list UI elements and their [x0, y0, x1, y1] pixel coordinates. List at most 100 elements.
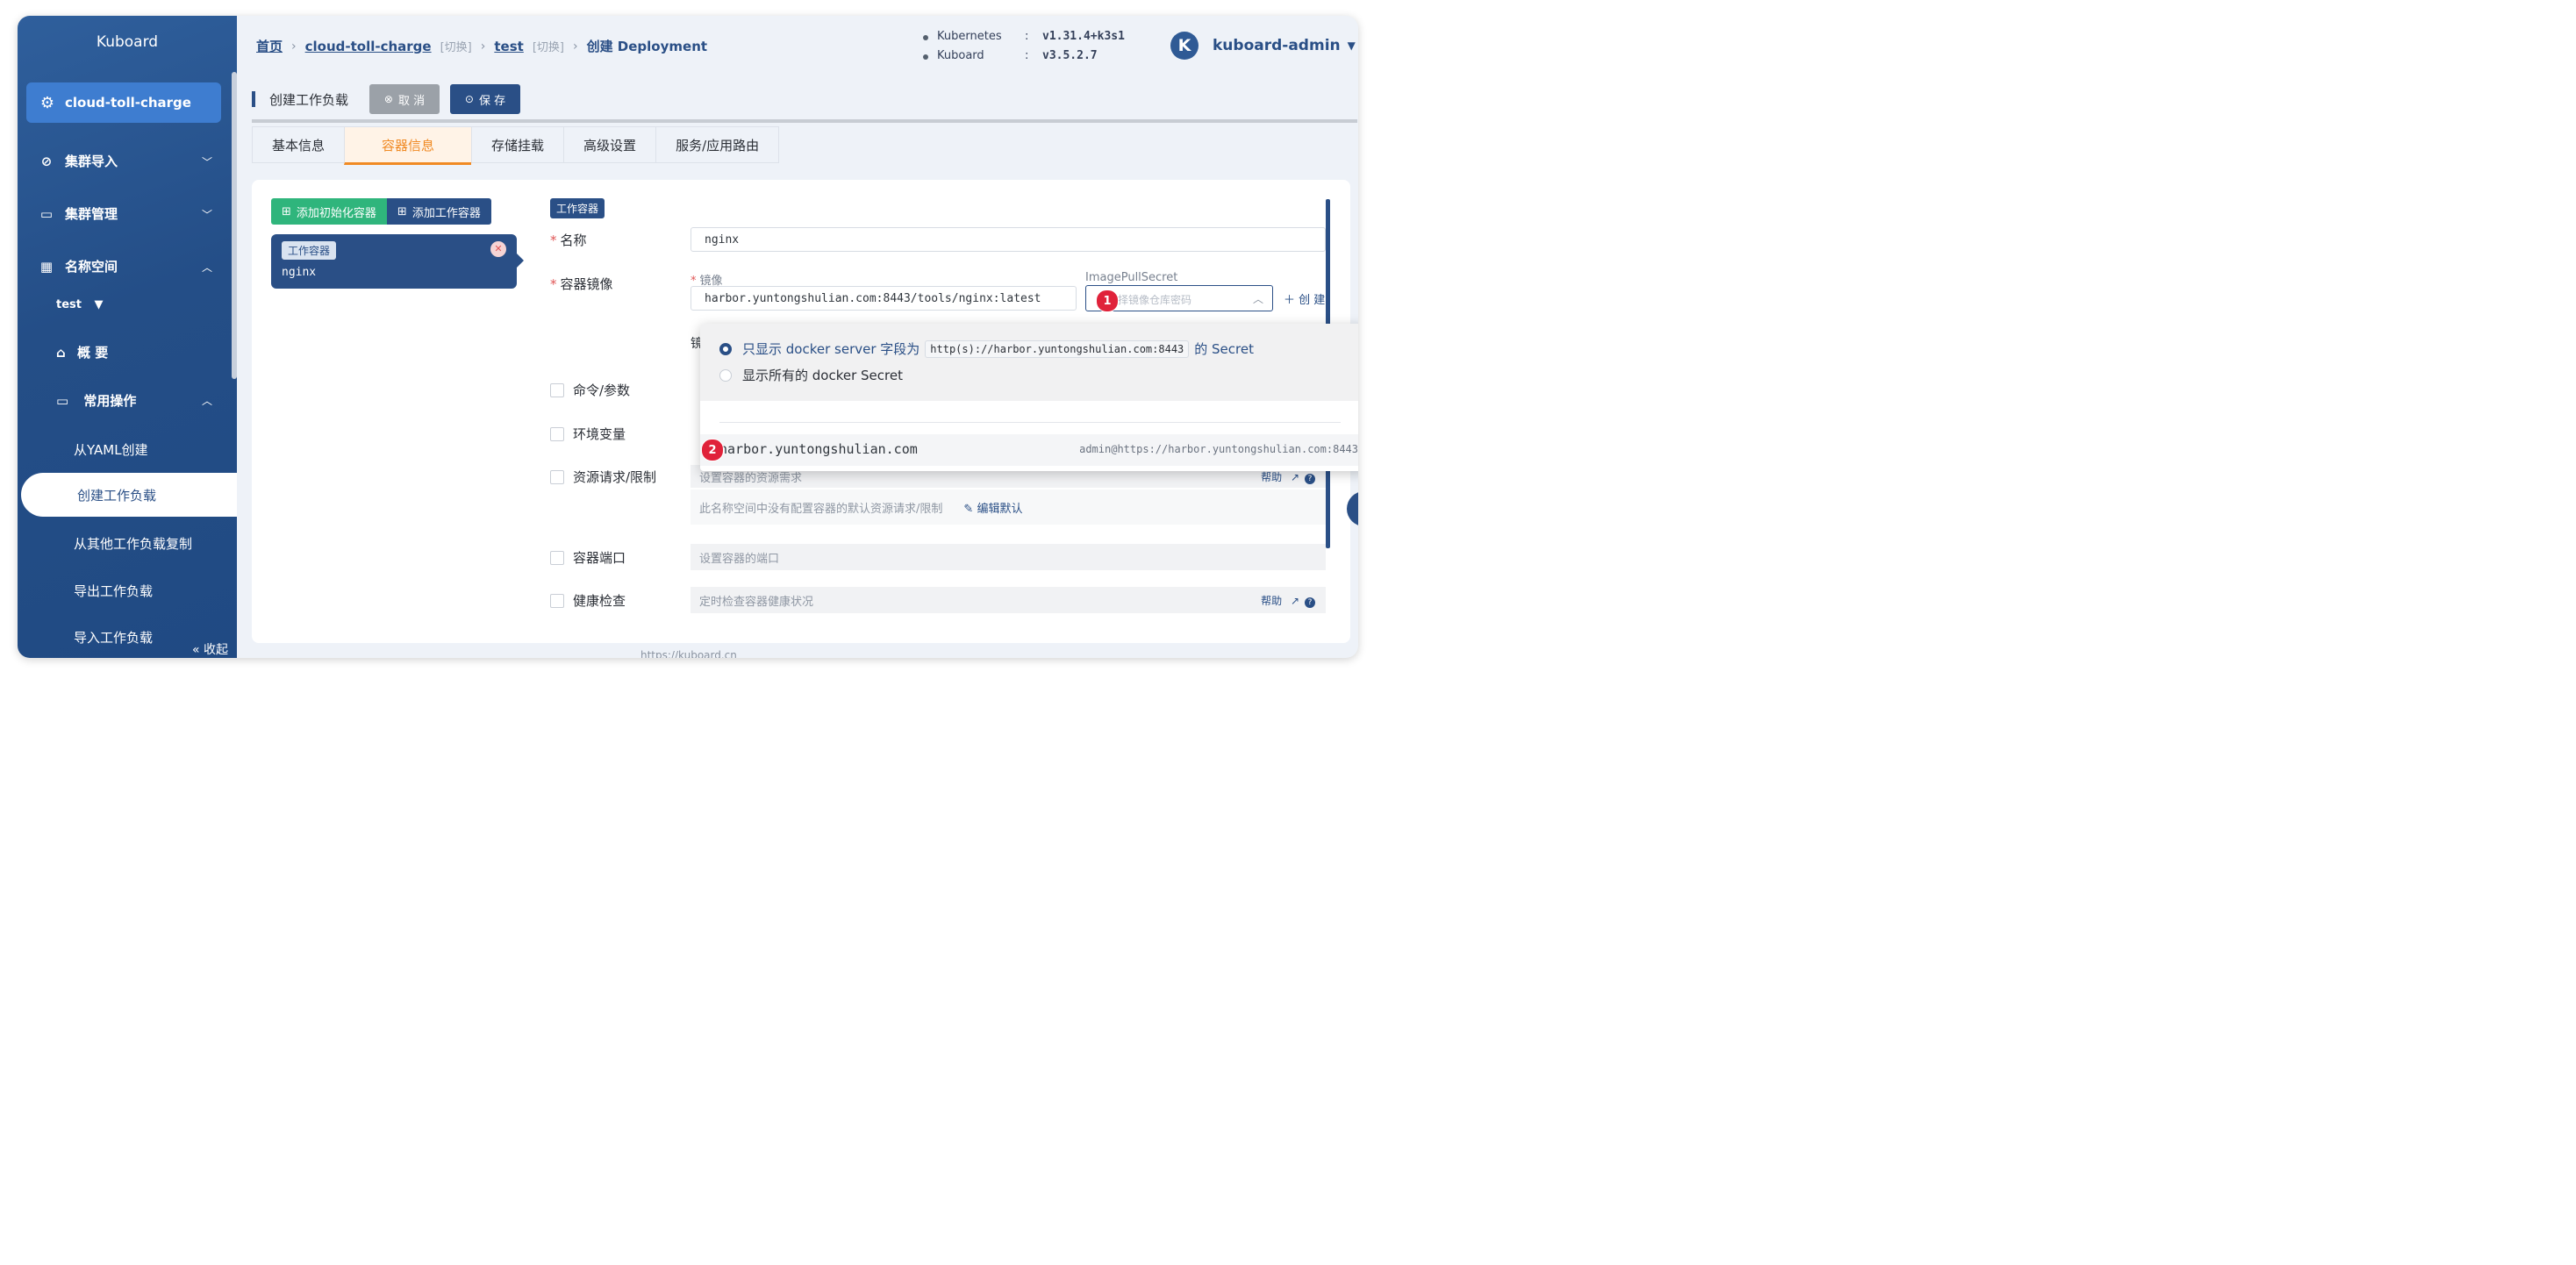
- remove-container-icon[interactable]: ✕: [490, 241, 506, 257]
- pull-secret-dropdown: 只显示 docker server 字段为 http(s)://harbor.y…: [700, 324, 1358, 471]
- sidebar: Kuboard ⚙ cloud-toll-charge ⊘ 集群导入 ﹀ ▭ 集…: [18, 16, 237, 658]
- cancel-button[interactable]: ⊗ 取 消: [369, 84, 440, 114]
- breadcrumb-switch-cluster[interactable]: [切换]: [440, 38, 472, 54]
- name-label-text: 名称: [560, 232, 587, 248]
- breadcrumb-namespace[interactable]: test: [494, 39, 523, 54]
- resource-checkbox[interactable]: [550, 470, 564, 484]
- version-value: v1.31.4+k3s1: [1042, 30, 1125, 43]
- add-init-container-button[interactable]: ⊞ 添加初始化容器: [271, 198, 387, 225]
- bullet-icon: [923, 54, 928, 60]
- pull-secret-placeholder: 择镜像仓库密码: [1118, 294, 1192, 306]
- help-label: 帮助: [1261, 470, 1283, 483]
- sidebar-active-cluster[interactable]: ⚙ cloud-toll-charge: [26, 82, 221, 123]
- link-icon: ⊘: [40, 153, 53, 169]
- health-checkbox[interactable]: [550, 594, 564, 608]
- version-key: Kubernetes: [937, 30, 1002, 43]
- chevron-up-icon[interactable]: ︿: [202, 393, 212, 408]
- add-work-container-button[interactable]: ⊞ 添加工作容器: [386, 198, 491, 225]
- version-kubernetes: Kubernetes : v1.31.4+k3s1: [923, 30, 1125, 43]
- secret-option[interactable]: harbor.yuntongshulian.com admin@https://…: [700, 434, 1358, 466]
- chevron-right-icon: ›: [291, 39, 297, 54]
- chevron-down-icon[interactable]: ﹀: [202, 207, 212, 222]
- add-init-container-label: 添加初始化容器: [296, 206, 376, 220]
- sidebar-item-create-from-yaml[interactable]: 从YAML创建: [74, 440, 148, 459]
- avatar: K: [1170, 32, 1199, 60]
- health-field[interactable]: 定时检查容器健康状况 帮助 ↗?: [691, 587, 1326, 613]
- container-card-name: nginx: [282, 266, 317, 279]
- sidebar-item-export-workload[interactable]: 导出工作负载: [74, 582, 153, 600]
- version-kuboard: Kuboard : v3.5.2.7: [923, 49, 1098, 62]
- tab-storage[interactable]: 存储挂载: [471, 126, 564, 163]
- command-checkbox[interactable]: [550, 383, 564, 397]
- file-plus-icon: ⊞: [397, 204, 407, 218]
- page-title: 创建工作负载: [269, 91, 349, 108]
- chevron-up-icon: ︿: [1252, 293, 1263, 305]
- sidebar-item-import-workload[interactable]: 导入工作负载: [74, 628, 153, 647]
- health-help-link[interactable]: 帮助 ↗?: [1261, 593, 1315, 608]
- env-checkbox[interactable]: [550, 427, 564, 441]
- sidebar-item-create-workload[interactable]: 创建工作负载: [21, 473, 237, 517]
- chevron-up-icon[interactable]: ︿: [202, 260, 212, 275]
- collapse-label: 收起: [204, 643, 228, 657]
- health-label: 健康检查: [573, 593, 626, 609]
- user-menu[interactable]: K kuboard-admin ▼: [1170, 32, 1356, 60]
- caret-down-icon: ▼: [94, 298, 104, 311]
- edit-default-button[interactable]: ✎ 编辑默认: [963, 499, 1022, 516]
- sidebar-collapse-button[interactable]: « 收起: [192, 640, 228, 658]
- breadcrumb-switch-namespace[interactable]: [切换]: [533, 38, 564, 54]
- required-mark: *: [550, 232, 557, 248]
- radio-selected-icon: [719, 342, 732, 355]
- required-mark: *: [550, 276, 557, 292]
- sidebar-item-common-ops[interactable]: ▭ 常用操作: [56, 391, 136, 410]
- port-checkbox[interactable]: [550, 551, 564, 565]
- title-marker: [252, 91, 255, 107]
- container-card[interactable]: 工作容器 nginx ✕: [271, 234, 524, 289]
- cancel-label: 取 消: [397, 94, 426, 108]
- sidebar-item-label: 集群管理: [65, 206, 118, 222]
- namespace-selector[interactable]: test ▼: [56, 298, 104, 311]
- sidebar-item-copy-workload[interactable]: 从其他工作负载复制: [74, 534, 192, 553]
- help-label: 帮助: [1261, 594, 1283, 607]
- pull-secret-label: ImagePullSecret: [1085, 271, 1178, 284]
- filter-option-prefix: 只显示 docker server 字段为: [742, 341, 920, 357]
- tab-service-route[interactable]: 服务/应用路由: [655, 126, 780, 163]
- version-key: Kuboard: [937, 49, 984, 62]
- command-label: 命令/参数: [573, 382, 631, 398]
- sidebar-item-label: 名称空间: [65, 259, 118, 275]
- filter-option-all[interactable]: 显示所有的 docker Secret: [719, 366, 903, 384]
- chevron-down-icon[interactable]: ﹀: [202, 154, 212, 169]
- pencil-icon: ✎: [963, 502, 974, 516]
- tab-container-info[interactable]: 容器信息: [344, 126, 472, 165]
- sidebar-item-overview[interactable]: ⌂ 概 要: [56, 343, 108, 361]
- chevron-right-icon: ›: [480, 39, 486, 54]
- folder-icon: ▭: [39, 205, 54, 222]
- gear-icon: ⚙: [39, 93, 55, 112]
- port-field[interactable]: 设置容器的端口: [691, 544, 1326, 570]
- breadcrumb-current: 创建 Deployment: [586, 39, 708, 54]
- user-name: kuboard-admin: [1213, 37, 1341, 54]
- breadcrumb: 首页 › cloud-toll-charge [切换] › test [切换] …: [256, 37, 707, 55]
- version-colon: :: [1025, 49, 1029, 62]
- resource-help-link[interactable]: 帮助 ↗?: [1261, 469, 1315, 484]
- external-link-icon: ↗: [1290, 594, 1299, 607]
- sidebar-item-namespace[interactable]: ▦ 名称空间: [37, 257, 118, 275]
- namespace-name: test: [56, 298, 82, 311]
- tab-advanced[interactable]: 高级设置: [563, 126, 656, 163]
- footer-url[interactable]: https://kuboard.cn: [640, 649, 737, 658]
- create-secret-button[interactable]: ＋ 创 建: [1284, 290, 1325, 307]
- dropdown-filter-area: [700, 324, 1358, 401]
- save-button[interactable]: ⊙ 保 存: [450, 84, 521, 114]
- sidebar-item-cluster-import[interactable]: ⊘ 集群导入: [37, 152, 221, 170]
- image-input[interactable]: harbor.yuntongshulian.com:8443/tools/ngi…: [691, 286, 1077, 311]
- question-icon: ?: [1305, 597, 1315, 608]
- breadcrumb-home[interactable]: 首页: [256, 37, 283, 55]
- breadcrumb-cluster[interactable]: cloud-toll-charge: [305, 39, 432, 54]
- tab-basic-info[interactable]: 基本信息: [252, 126, 345, 163]
- filter-option-matching[interactable]: 只显示 docker server 字段为 http(s)://harbor.y…: [719, 339, 1254, 358]
- page-header: 创建工作负载 ⊗ 取 消 ⊙ 保 存: [252, 79, 1357, 123]
- container-name-input[interactable]: nginx: [691, 227, 1326, 252]
- resource-label: 资源请求/限制: [573, 469, 657, 485]
- sidebar-item-cluster-manage[interactable]: ▭ 集群管理: [37, 204, 118, 223]
- filter-option-suffix: 的 Secret: [1194, 341, 1254, 357]
- chevron-right-icon: ›: [572, 39, 578, 54]
